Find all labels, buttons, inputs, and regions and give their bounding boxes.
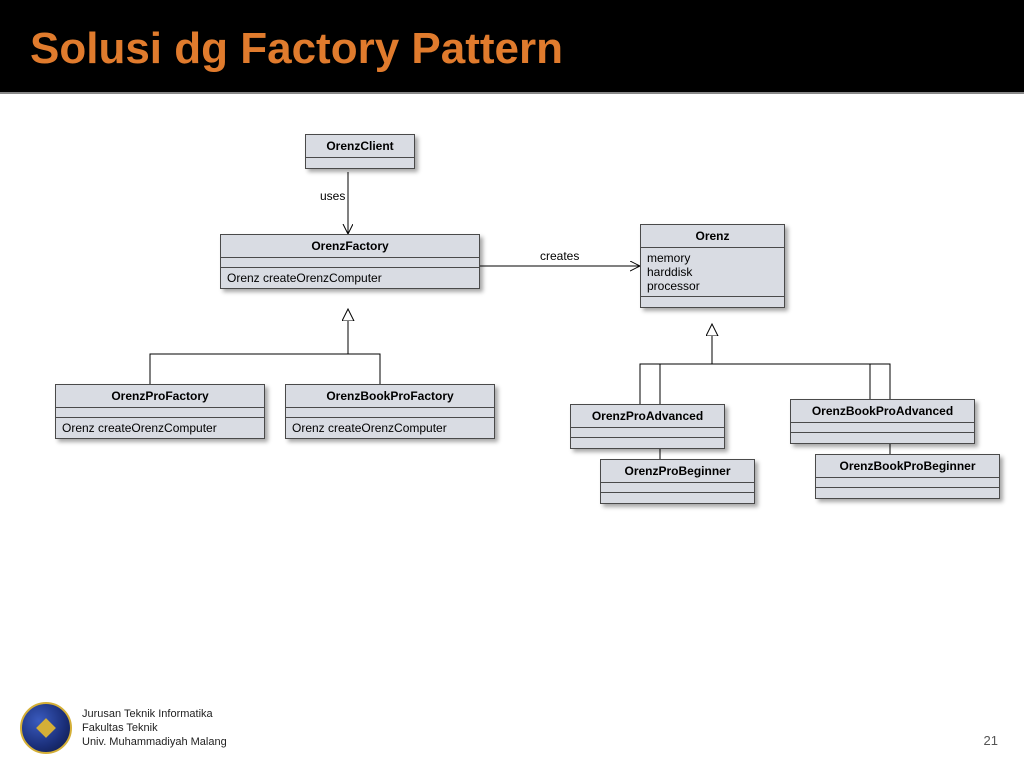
attr-row: processor	[647, 279, 778, 293]
class-orenz-factory: OrenzFactory Orenz createOrenzComputer	[220, 234, 480, 289]
class-orenz-book-pro-advanced: OrenzBookProAdvanced	[790, 399, 975, 444]
class-name: OrenzProBeginner	[601, 460, 754, 483]
class-operations: Orenz createOrenzComputer	[56, 418, 264, 438]
class-attributes	[791, 423, 974, 433]
class-attributes	[286, 408, 494, 418]
class-operations	[641, 297, 784, 307]
class-operations	[571, 438, 724, 448]
university-logo-icon	[20, 702, 72, 754]
label-uses: uses	[320, 189, 345, 203]
attr-row: memory	[647, 251, 778, 265]
class-operations	[816, 488, 999, 498]
class-name: OrenzClient	[306, 135, 414, 158]
class-attributes	[571, 428, 724, 438]
class-operations: Orenz createOrenzComputer	[221, 268, 479, 288]
class-attributes	[221, 258, 479, 268]
affiliation-line: Fakultas Teknik	[82, 721, 227, 735]
class-orenz-pro-beginner: OrenzProBeginner	[600, 459, 755, 504]
page-number: 21	[984, 733, 998, 748]
class-name: Orenz	[641, 225, 784, 248]
class-operations	[601, 493, 754, 503]
class-orenz-pro-advanced: OrenzProAdvanced	[570, 404, 725, 449]
class-name: OrenzFactory	[221, 235, 479, 258]
slide-header: Solusi dg Factory Pattern	[0, 0, 1024, 94]
class-operations: Orenz createOrenzComputer	[286, 418, 494, 438]
diagram-canvas: uses creates OrenzClient OrenzFactory Or…	[0, 94, 1024, 654]
footer: Jurusan Teknik Informatika Fakultas Tekn…	[20, 702, 227, 754]
class-attributes: memory harddisk processor	[641, 248, 784, 297]
class-attributes	[816, 478, 999, 488]
connector-layer	[0, 94, 1024, 654]
class-orenz-client: OrenzClient	[305, 134, 415, 169]
class-attributes	[306, 158, 414, 168]
class-orenz-pro-factory: OrenzProFactory Orenz createOrenzCompute…	[55, 384, 265, 439]
class-name: OrenzProFactory	[56, 385, 264, 408]
affiliation-line: Jurusan Teknik Informatika	[82, 707, 227, 721]
class-orenz: Orenz memory harddisk processor	[640, 224, 785, 308]
class-orenz-book-pro-factory: OrenzBookProFactory Orenz createOrenzCom…	[285, 384, 495, 439]
affiliation-text: Jurusan Teknik Informatika Fakultas Tekn…	[82, 707, 227, 750]
class-orenz-book-pro-beginner: OrenzBookProBeginner	[815, 454, 1000, 499]
class-name: OrenzBookProAdvanced	[791, 400, 974, 423]
class-operations	[791, 433, 974, 443]
slide-title: Solusi dg Factory Pattern	[30, 24, 994, 74]
class-name: OrenzProAdvanced	[571, 405, 724, 428]
class-name: OrenzBookProFactory	[286, 385, 494, 408]
attr-row: harddisk	[647, 265, 778, 279]
class-attributes	[56, 408, 264, 418]
class-name: OrenzBookProBeginner	[816, 455, 999, 478]
class-attributes	[601, 483, 754, 493]
label-creates: creates	[540, 249, 579, 263]
affiliation-line: Univ. Muhammadiyah Malang	[82, 735, 227, 749]
